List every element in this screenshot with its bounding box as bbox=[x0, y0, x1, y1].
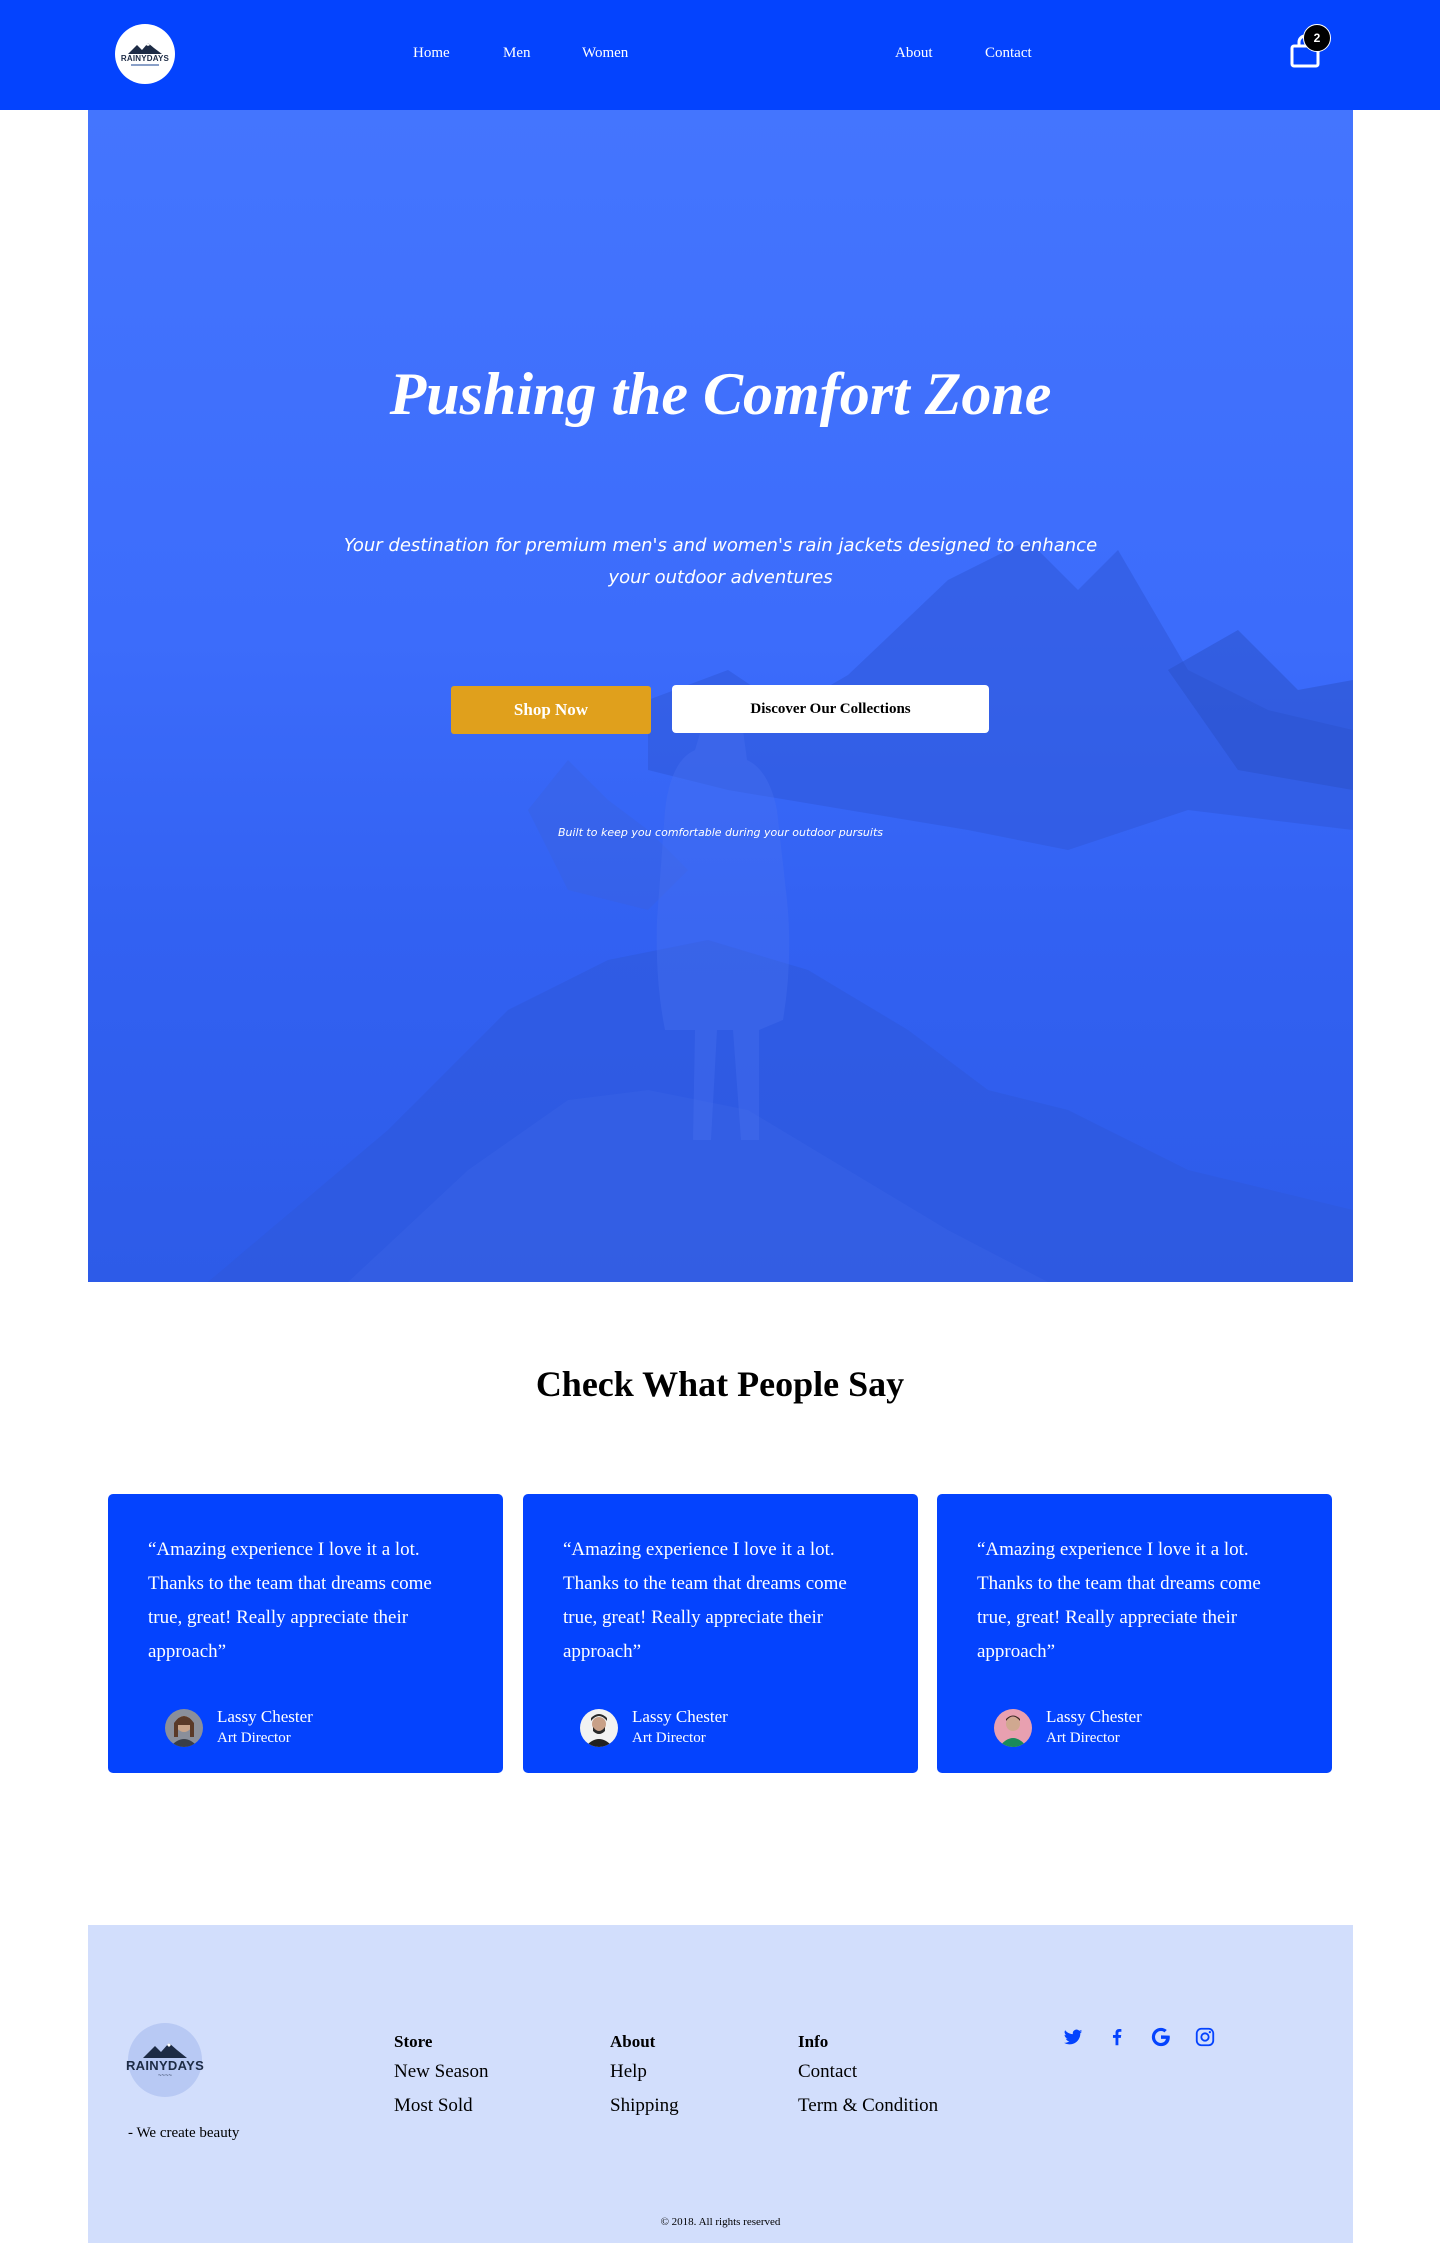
shop-now-button[interactable]: Shop Now bbox=[451, 686, 651, 734]
testimonial-name: Lassy Chester bbox=[1046, 1707, 1142, 1726]
footer-logo-mark: ~~~~ bbox=[157, 2072, 172, 2079]
testimonial-quote: “Amazing experience I love it a lot. Tha… bbox=[977, 1539, 1261, 1662]
cart-count-badge: 2 bbox=[1303, 24, 1331, 52]
hero-title: Pushing the Comfort Zone bbox=[389, 361, 1052, 427]
testimonials-title: Check What People Say bbox=[535, 1364, 905, 1404]
brand-logo-text: RAINYDAYS bbox=[120, 54, 170, 63]
hero-banner: Pushing the Comfort Zone Your destinatio… bbox=[88, 110, 1353, 1282]
logo-underline bbox=[131, 64, 159, 66]
top-navbar: RAINYDAYS Home Men Women About Contact 2 bbox=[0, 0, 1440, 110]
testimonial-name: Lassy Chester bbox=[217, 1707, 313, 1726]
testimonial-card: “Amazing experience I love it a lot. Tha… bbox=[523, 1494, 918, 1773]
avatar bbox=[165, 1709, 203, 1747]
twitter-icon[interactable] bbox=[1062, 2026, 1084, 2048]
footer-link-shipping[interactable]: Shipping bbox=[610, 2089, 679, 2123]
footer-column-store: Store New Season Most Sold bbox=[394, 2029, 488, 2123]
footer-link-most-sold[interactable]: Most Sold bbox=[394, 2089, 488, 2123]
instagram-icon[interactable] bbox=[1194, 2026, 1216, 2048]
mountain-icon bbox=[143, 2042, 187, 2058]
mountain-icon bbox=[128, 43, 162, 54]
footer-column-about: About Help Shipping bbox=[610, 2029, 679, 2123]
footer-link-terms[interactable]: Term & Condition bbox=[798, 2089, 938, 2123]
discover-collections-button[interactable]: Discover Our Collections bbox=[672, 685, 989, 733]
footer: RAINYDAYS ~~~~ - We create beauty Store … bbox=[88, 1925, 1353, 2243]
hero-note: Built to keep you comfortable during you… bbox=[557, 826, 883, 839]
footer-link-help[interactable]: Help bbox=[610, 2055, 679, 2089]
testimonial-role: Art Director bbox=[217, 1730, 291, 1746]
testimonial-card: “Amazing experience I love it a lot. Tha… bbox=[108, 1494, 503, 1773]
footer-tagline: - We create beauty bbox=[128, 2125, 240, 2141]
testimonial-quote: “Amazing experience I love it a lot. Tha… bbox=[563, 1539, 847, 1662]
avatar bbox=[580, 1709, 618, 1747]
hero-subtitle: Your destination for premium men's and w… bbox=[343, 535, 1098, 588]
testimonial-role: Art Director bbox=[1046, 1730, 1120, 1746]
nav-men[interactable]: Men bbox=[503, 45, 531, 62]
google-icon[interactable] bbox=[1150, 2026, 1172, 2048]
copyright-text: © 2018. All rights reserved bbox=[660, 2216, 781, 2228]
nav-home[interactable]: Home bbox=[413, 45, 450, 62]
footer-link-new-season[interactable]: New Season bbox=[394, 2055, 488, 2089]
footer-logo-text: RAINYDAYS bbox=[125, 2057, 205, 2073]
nav-women[interactable]: Women bbox=[582, 45, 628, 62]
nav-about[interactable]: About bbox=[895, 45, 933, 62]
facebook-icon[interactable] bbox=[1106, 2026, 1128, 2048]
footer-heading: Info bbox=[798, 2032, 829, 2051]
testimonial-card: “Amazing experience I love it a lot. Tha… bbox=[937, 1494, 1332, 1773]
testimonial-name: Lassy Chester bbox=[632, 1707, 728, 1726]
footer-heading: Store bbox=[394, 2032, 433, 2051]
testimonial-role: Art Director bbox=[632, 1730, 706, 1746]
testimonial-quote: “Amazing experience I love it a lot. Tha… bbox=[148, 1539, 432, 1662]
footer-heading: About bbox=[610, 2032, 656, 2051]
nav-contact[interactable]: Contact bbox=[985, 45, 1032, 62]
footer-link-contact[interactable]: Contact bbox=[798, 2055, 938, 2089]
footer-column-info: Info Contact Term & Condition bbox=[798, 2029, 938, 2123]
footer-logo[interactable]: RAINYDAYS ~~~~ bbox=[125, 2023, 205, 2097]
avatar bbox=[994, 1709, 1032, 1747]
brand-logo[interactable]: RAINYDAYS bbox=[115, 24, 175, 84]
